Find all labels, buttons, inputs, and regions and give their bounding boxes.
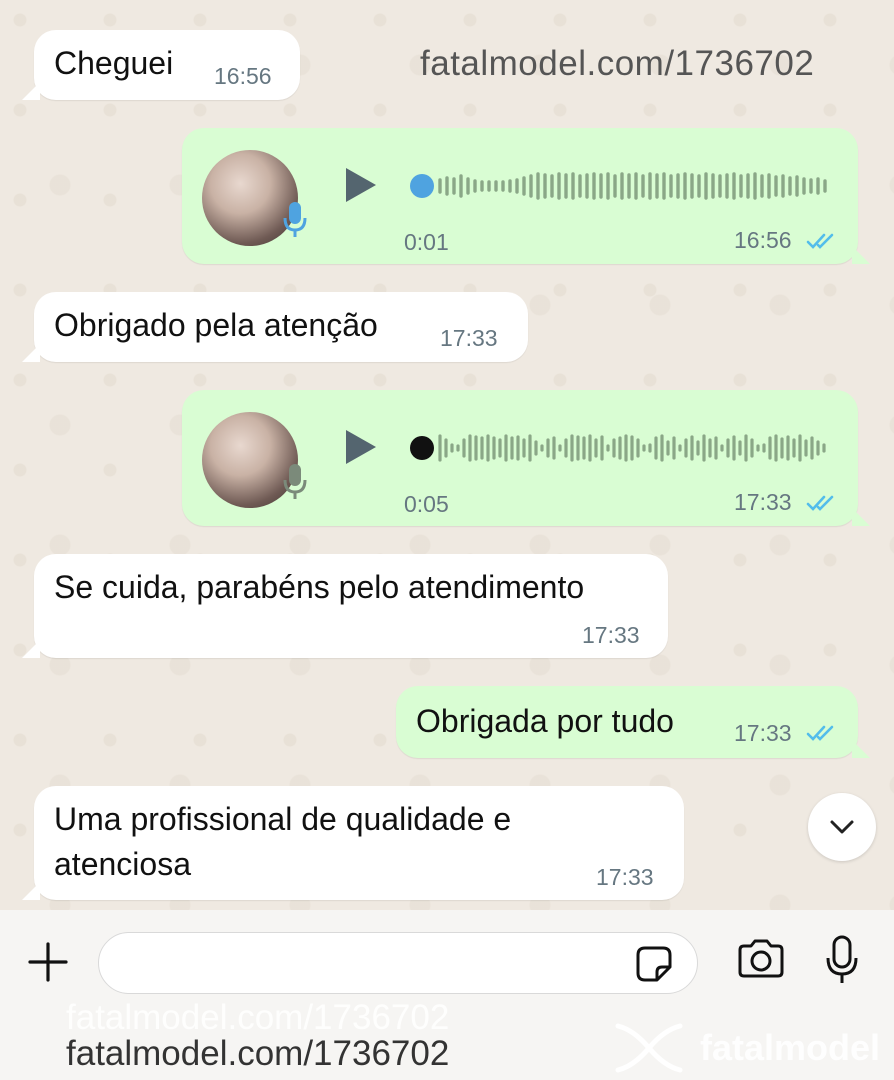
chat-area: fatalmodel.com/1736702 Cheguei 16:56 0:0…: [0, 0, 894, 910]
incoming-message[interactable]: Uma profissional de qualidade e atencios…: [22, 786, 684, 900]
message-input-container[interactable]: [98, 932, 698, 994]
outgoing-voice-message[interactable]: 0:05 17:33: [182, 390, 870, 526]
brand-watermark: fatalmodel: [612, 1020, 880, 1076]
mic-icon: [283, 464, 307, 499]
watermark-url: fatalmodel.com/1736702: [66, 1034, 450, 1073]
scroll-to-bottom-button[interactable]: [808, 793, 876, 861]
waveform[interactable]: [436, 428, 832, 468]
incoming-message[interactable]: Cheguei 16:56: [22, 30, 300, 100]
double-check-icon: [806, 233, 834, 249]
composer-bar: fatalmodel.com/1736702 fatalmodel.com/17…: [0, 910, 894, 1080]
watermark-url: fatalmodel.com/1736702: [420, 44, 815, 83]
voice-duration: 0:05: [404, 491, 449, 517]
chevron-down-icon: [830, 820, 854, 834]
message-text: Cheguei: [54, 45, 174, 81]
waveform[interactable]: [436, 166, 832, 206]
playback-position[interactable]: [410, 174, 434, 198]
play-icon[interactable]: [344, 166, 378, 204]
brand-logo-icon: [615, 1023, 683, 1073]
message-time: 16:56: [214, 63, 272, 89]
message-text: Obrigada por tudo: [416, 703, 674, 739]
microphone-icon[interactable]: [824, 934, 860, 986]
sticker-icon[interactable]: [635, 945, 673, 983]
plus-icon[interactable]: [26, 940, 70, 984]
message-text-line-1: Uma profissional de qualidade e: [54, 801, 512, 837]
outgoing-message[interactable]: Obrigada por tudo 17:33: [396, 686, 870, 758]
message-time: 17:33: [582, 622, 640, 648]
message-input[interactable]: [121, 945, 641, 981]
message-text-line-2: atenciosa: [54, 846, 191, 882]
message-time: 17:33: [734, 489, 792, 515]
message-text: Se cuida, parabéns pelo atendimento: [54, 569, 585, 605]
mic-icon: [283, 202, 307, 237]
message-time: 16:56: [734, 227, 792, 253]
message-time: 17:33: [734, 720, 792, 746]
message-text: Obrigado pela atenção: [54, 307, 378, 343]
playback-position[interactable]: [410, 436, 434, 460]
voice-duration: 0:01: [404, 229, 449, 255]
brand-name: fatalmodel: [700, 1027, 881, 1068]
incoming-message[interactable]: Se cuida, parabéns pelo atendimento 17:3…: [22, 554, 668, 658]
watermark-url-faint: fatalmodel.com/1736702: [66, 998, 450, 1037]
incoming-message[interactable]: Obrigado pela atenção 17:33: [22, 292, 528, 362]
camera-icon[interactable]: [736, 938, 786, 980]
outgoing-voice-message[interactable]: 0:01 16:56: [182, 128, 870, 264]
message-time: 17:33: [596, 864, 654, 890]
double-check-icon: [806, 725, 834, 741]
double-check-icon: [806, 495, 834, 511]
message-time: 17:33: [440, 325, 498, 351]
play-icon[interactable]: [344, 428, 378, 466]
